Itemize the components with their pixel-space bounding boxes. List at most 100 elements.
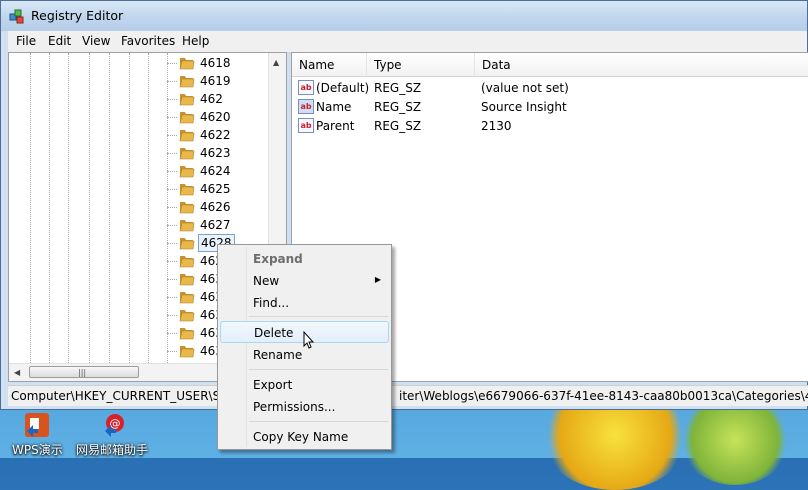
netease-mail-icon: @ [105,414,124,437]
value-data: Source Insight [481,100,567,114]
wps-presentation-icon [25,413,49,437]
menu-item-copy-key-name[interactable]: Copy Key Name [220,426,389,448]
registry-editor-icon [9,9,24,24]
folder-icon [179,238,195,250]
menu-favorites[interactable]: Favorites [121,34,175,48]
tree-key-label: 462 [200,92,223,106]
scroll-up-arrow-icon[interactable]: ▲ [273,58,279,67]
folder-icon [179,292,195,304]
string-value-icon: ab [298,80,314,95]
tree-key-462[interactable]: 462 [167,90,277,108]
folder-icon [179,94,195,106]
tree-key-4627[interactable]: 4627 [167,216,277,234]
tree-connector [167,189,177,190]
menu-item-label: New [253,274,280,288]
folder-icon [179,58,195,70]
menu-item-label: Copy Key Name [253,430,349,444]
value-row[interactable]: ab Name REG_SZ Source Insight [292,98,808,117]
tree-connector [167,315,177,316]
tree-key-label: 4627 [200,218,231,232]
column-header-type[interactable]: Type [367,53,475,77]
string-value-icon: ab [298,118,314,133]
tree-key-label: 4626 [200,200,231,214]
column-header-data[interactable]: Data [475,53,808,77]
tree-guide-line [148,53,149,365]
desktop-icon-label: 网易邮箱助手 [76,443,149,457]
menu-edit[interactable]: Edit [48,34,71,48]
tree-key-4618[interactable]: 4618 [167,54,277,72]
menu-item-find[interactable]: Find... [220,292,389,314]
tree-key-label: 4622 [200,128,231,142]
tree-key-4619[interactable]: 4619 [167,72,277,90]
menu-item-new[interactable]: New ▶ [220,270,389,292]
tree-key-label: 4620 [200,110,231,124]
tree-connector [167,63,177,64]
title-bar[interactable]: Registry Editor [1,1,807,31]
window-title: Registry Editor [31,8,124,23]
scroll-left-arrow-icon[interactable]: ◀ [14,368,20,377]
tree-connector [167,279,177,280]
desktop-icon-label: WPS演示 [12,443,63,457]
status-bar: Computer\HKEY_CURRENT_USER\Softw iter\We… [8,385,808,406]
folder-icon [179,346,195,358]
tree-connector [167,99,177,100]
submenu-arrow-icon: ▶ [374,275,381,284]
tree-key-4623[interactable]: 4623 [167,144,277,162]
menu-item-label: Rename [253,348,303,362]
tree-connector [167,333,177,334]
value-name: Parent [316,119,355,133]
status-path-left: Computer\HKEY_CURRENT_USER\Softw [11,389,247,403]
menu-help[interactable]: Help [182,34,209,48]
tree-connector [167,117,177,118]
folder-icon [179,184,195,196]
tree-key-label: 4624 [200,164,231,178]
tree-connector [167,81,177,82]
value-data: (value not set) [481,81,569,95]
column-header-name[interactable]: Name [292,53,367,77]
value-row[interactable]: ab (Default) REG_SZ (value not set) [292,79,808,98]
value-type: REG_SZ [374,81,422,95]
menu-item-label: Find... [253,296,290,310]
horizontal-scroll-thumb[interactable]: ||| [29,366,139,378]
tree-key-4625[interactable]: 4625 [167,180,277,198]
tree-connector [167,135,177,136]
menu-item-export[interactable]: Export [220,374,389,396]
status-path-right: iter\Weblogs\e6679066-637f-41ee-8143-caa… [399,389,808,403]
tree-key-label: 4625 [200,182,231,196]
tree-key-4626[interactable]: 4626 [167,198,277,216]
folder-icon [179,310,195,322]
menu-item-permissions[interactable]: Permissions... [220,396,389,418]
registry-editor-window: Registry Editor File Edit View Favorites… [0,0,808,410]
scroll-grip-icon: ||| [78,368,87,377]
tree-guide-line [89,53,90,365]
tree-key-label: 4618 [200,56,231,70]
mouse-pointer-icon [303,330,315,349]
value-row[interactable]: ab Parent REG_SZ 2130 [292,117,808,136]
tree-guide-line [129,53,130,365]
tree-key-4620[interactable]: 4620 [167,108,277,126]
menu-view[interactable]: View [82,34,110,48]
value-name: (Default) [316,81,370,95]
tree-key-label: 4623 [200,146,231,160]
tree-connector [167,153,177,154]
folder-icon [179,202,195,214]
menu-bar: File Edit View Favorites Help [8,31,807,53]
menu-separator [249,421,388,422]
folder-icon [179,148,195,160]
value-type: REG_SZ [374,119,422,133]
folder-icon [179,274,195,286]
tree-connector [167,171,177,172]
menu-file[interactable]: File [16,34,36,48]
tree-guide-line [109,53,110,365]
folder-icon [179,130,195,142]
svg-text:@: @ [110,417,121,430]
tree-connector [167,207,177,208]
tree-key-4624[interactable]: 4624 [167,162,277,180]
tree-guide-line [30,53,31,365]
tree-guide-line [49,53,50,365]
menu-item-expand[interactable]: Expand [220,248,389,270]
menu-separator [249,316,388,317]
folder-icon [179,112,195,124]
tree-connector [167,243,177,244]
tree-key-4622[interactable]: 4622 [167,126,277,144]
